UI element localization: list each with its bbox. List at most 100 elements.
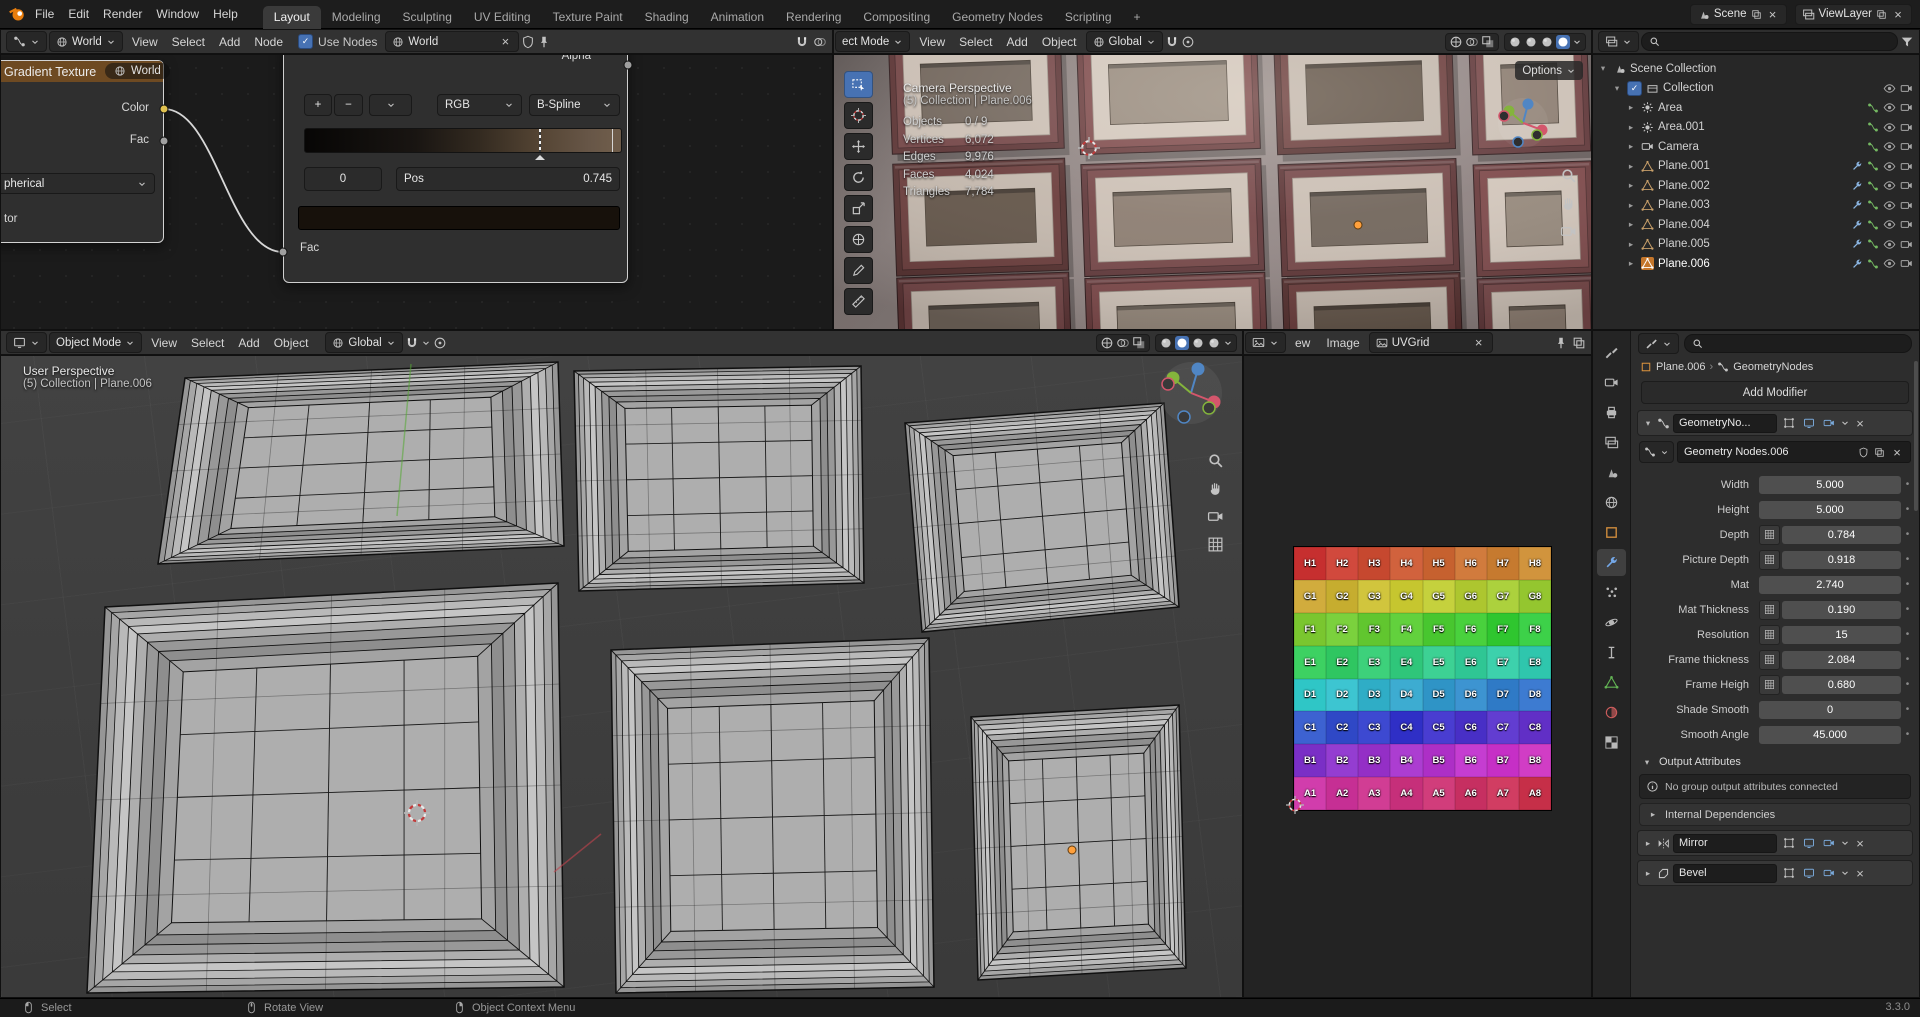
shading-solid-icon[interactable] (1175, 336, 1189, 350)
ramp-color-swatch[interactable] (298, 206, 620, 230)
outliner-row-area-001[interactable]: ▸ Area.001 (1593, 118, 1919, 138)
animate-decorator[interactable]: • (1901, 629, 1914, 640)
unlink-world-icon[interactable]: × (498, 34, 512, 49)
field-value[interactable]: 2.084 (1782, 650, 1901, 669)
hide-viewport-icon[interactable] (1883, 82, 1896, 95)
menu-render[interactable]: Render (96, 6, 149, 22)
animate-decorator[interactable]: • (1901, 504, 1914, 515)
chevron-down-icon[interactable] (1223, 338, 1233, 348)
animate-decorator[interactable]: • (1901, 529, 1914, 540)
shield-fake-user-icon[interactable] (521, 35, 535, 49)
breadcrumb-modifier[interactable]: GeometryNodes (1733, 361, 1813, 373)
navigation-gizmo[interactable] (1497, 97, 1549, 149)
ramp-add-stop-button[interactable]: + (304, 94, 332, 116)
nodetree-modifier-icon[interactable] (1867, 219, 1879, 231)
navigation-gizmo[interactable] (1158, 360, 1224, 426)
hide-viewport-icon[interactable] (1883, 121, 1896, 134)
overlays-icon[interactable] (813, 35, 827, 49)
zoom-icon[interactable] (1207, 452, 1224, 469)
tool-rotate[interactable] (844, 164, 873, 191)
outliner-row-plane-001[interactable]: ▸ Plane.001 (1593, 157, 1919, 177)
modifier-name-field[interactable]: Bevel (1673, 863, 1777, 883)
world-datablock-field[interactable]: World × (385, 31, 520, 52)
tool-transform[interactable] (844, 226, 873, 253)
properties-tab-tool[interactable] (1597, 339, 1626, 366)
animate-decorator[interactable]: • (1901, 654, 1914, 665)
mode-dropdown[interactable]: Object Mode (49, 332, 143, 353)
shading-rendered-icon[interactable] (1556, 35, 1570, 49)
use-nodes-checkbox[interactable]: ✓ Use Nodes (298, 34, 377, 49)
wrench-modifier-icon[interactable] (1851, 199, 1863, 211)
disable-render-icon[interactable] (1900, 218, 1913, 231)
editor-type-button[interactable] (1245, 332, 1286, 353)
chevron-down-icon[interactable] (421, 338, 431, 348)
viewport-menu-select[interactable]: Select (184, 335, 231, 351)
properties-editor[interactable]: Plane.006 › GeometryNodes Add Modifier ▾… (1592, 330, 1920, 998)
disclosure-triangle[interactable]: ▸ (1625, 180, 1637, 191)
field-value[interactable]: 0 (1759, 700, 1901, 719)
camera-menu-view[interactable]: View (912, 34, 952, 50)
outliner[interactable]: ▾ Scene Collection ▾ ✓ Collection ▸ Area ▸ Area.… (1592, 54, 1920, 330)
outliner-row-collection[interactable]: ▾ ✓ Collection (1593, 79, 1919, 99)
scene-selector[interactable]: Scene × (1689, 3, 1787, 25)
editor-type-button[interactable] (1638, 333, 1679, 354)
tool-move[interactable] (844, 133, 873, 160)
nodetree-modifier-icon[interactable] (1867, 199, 1879, 211)
input-attribute-toggle[interactable] (1759, 599, 1780, 620)
options-dropdown[interactable]: Options (1515, 61, 1583, 80)
wrench-modifier-icon[interactable] (1851, 258, 1863, 270)
tab-compositing[interactable]: Compositing (852, 6, 941, 29)
properties-tab-render[interactable] (1597, 369, 1626, 396)
pin-icon[interactable] (1554, 336, 1568, 350)
modifier-name-field[interactable]: GeometryNo... (1673, 413, 1777, 433)
snap-magnet-icon[interactable] (795, 35, 809, 49)
show-overlays-icon[interactable] (1116, 336, 1130, 350)
ramp-stop[interactable] (611, 129, 614, 152)
render-display-icon[interactable] (1823, 837, 1835, 849)
shader-type-dropdown[interactable]: World (49, 31, 123, 52)
copy-icon[interactable] (1876, 9, 1887, 20)
pan-hand-icon[interactable] (1560, 195, 1577, 212)
properties-tab-data[interactable] (1597, 669, 1626, 696)
menu-window[interactable]: Window (149, 6, 206, 22)
viewport-3d[interactable]: User Perspective (5) Collection | Plane.… (0, 355, 1243, 998)
camera-view-icon[interactable] (1560, 223, 1577, 240)
disable-render-icon[interactable] (1900, 179, 1913, 192)
remove-modifier-icon[interactable]: × (1853, 836, 1867, 851)
alpha-output-socket[interactable] (623, 60, 633, 70)
shader-editor-canvas[interactable]: Gradient Texture Color Fac pherical tor … (0, 54, 833, 330)
properties-tab-material[interactable] (1597, 699, 1626, 726)
gradient-type-dropdown[interactable]: pherical (1, 173, 155, 194)
tab-sculpting[interactable]: Sculpting (392, 6, 463, 29)
hide-viewport-icon[interactable] (1883, 179, 1896, 192)
tool-measure[interactable] (844, 288, 873, 315)
editor-type-button[interactable] (1598, 31, 1639, 52)
disclosure-triangle[interactable]: ▾ (1611, 83, 1623, 94)
realtime-display-icon[interactable] (1803, 417, 1815, 429)
disclosure-triangle[interactable]: ▸ (1625, 239, 1637, 250)
tab-scripting[interactable]: Scripting (1054, 6, 1123, 29)
menu-help[interactable]: Help (206, 6, 245, 22)
object-data-icon[interactable] (1867, 121, 1879, 133)
realtime-display-icon[interactable] (1803, 837, 1815, 849)
disclosure-triangle[interactable]: ▸ (1625, 200, 1637, 211)
hide-viewport-icon[interactable] (1883, 238, 1896, 251)
disable-render-icon[interactable] (1900, 160, 1913, 173)
output-attributes-section[interactable]: ▾ Output Attributes (1631, 751, 1919, 773)
viewport-menu-object[interactable]: Object (267, 335, 316, 351)
extras-chevron-icon[interactable] (1840, 418, 1850, 428)
tool-scale[interactable] (844, 195, 873, 222)
shading-material-icon[interactable] (1540, 35, 1554, 49)
outliner-row-plane-004[interactable]: ▸ Plane.004 (1593, 215, 1919, 235)
hide-viewport-icon[interactable] (1883, 199, 1896, 212)
disclosure-triangle[interactable]: ▸ (1625, 258, 1637, 269)
wrench-modifier-icon[interactable] (1851, 238, 1863, 250)
outliner-row-camera[interactable]: ▸ Camera (1593, 137, 1919, 157)
animate-decorator[interactable]: • (1901, 704, 1914, 715)
menu-view-cut[interactable]: ew (1288, 335, 1317, 351)
properties-tab-viewlayer[interactable] (1597, 429, 1626, 456)
input-attribute-toggle[interactable] (1759, 649, 1780, 670)
outliner-row-plane-003[interactable]: ▸ Plane.003 (1593, 196, 1919, 216)
image-editor-canvas[interactable]: H1 H2 H3 H4 H5 H6 H7 H8 G1 G2 G3 G4 G5 G6 G7 G8 F1 F2 F3 F4… (1243, 355, 1592, 998)
tab-geometry-nodes[interactable]: Geometry Nodes (941, 6, 1054, 29)
